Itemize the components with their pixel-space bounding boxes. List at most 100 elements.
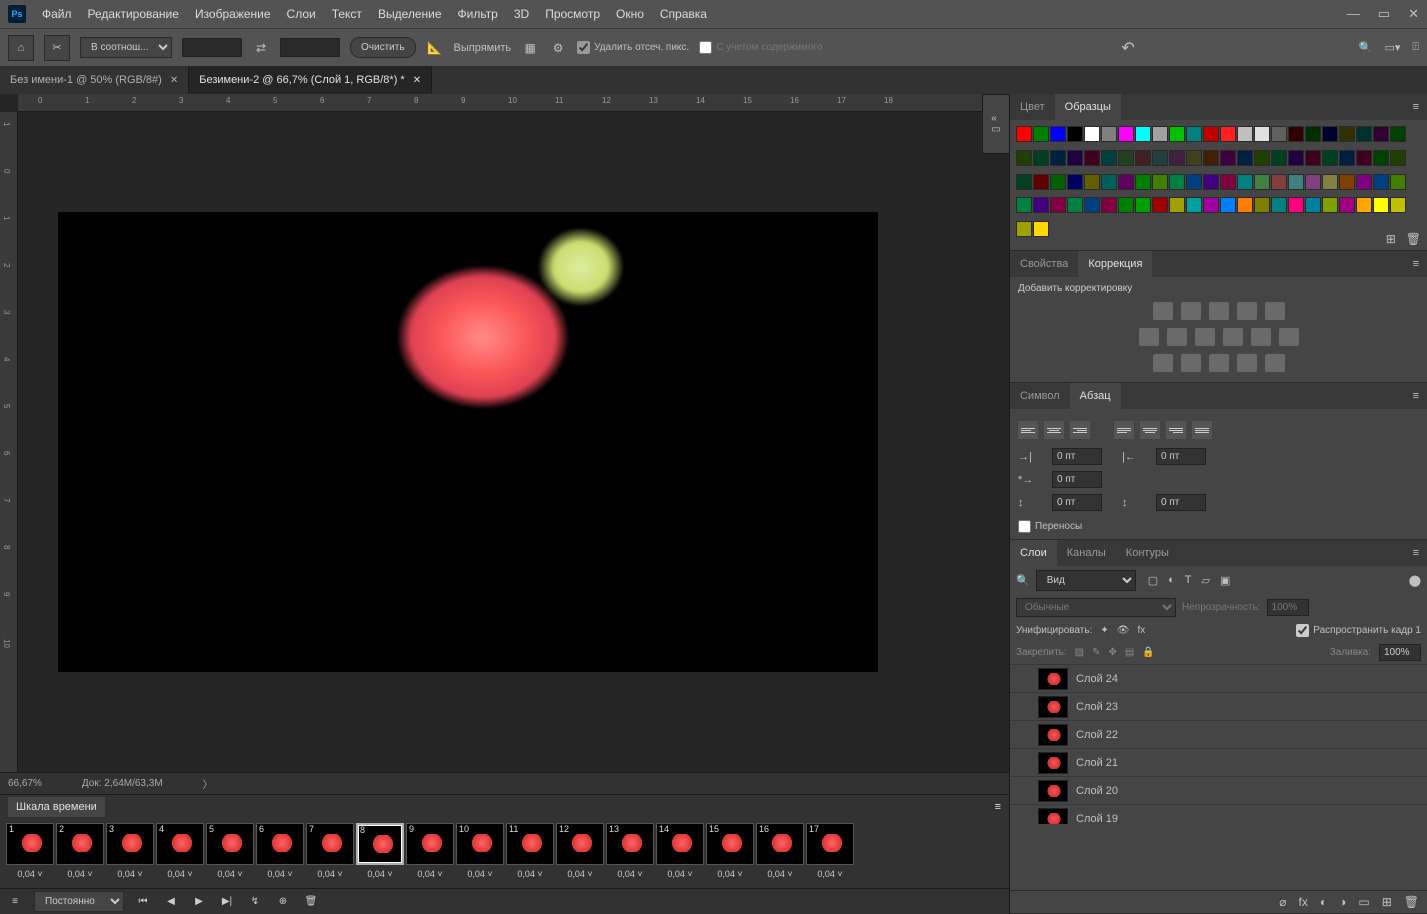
swatch[interactable] [1373, 150, 1389, 166]
doc-size[interactable]: Док: 2,64M/63,3M [82, 778, 163, 789]
swatch[interactable] [1203, 126, 1219, 142]
ruler-vertical[interactable]: 1012345678910 [0, 112, 18, 772]
filter-adjust-icon[interactable]: ◐ [1168, 574, 1175, 587]
menu-file[interactable]: Файл [42, 7, 72, 21]
share-icon[interactable]: ⍐ [1412, 41, 1419, 54]
swatch[interactable] [1254, 126, 1270, 142]
space-before-input[interactable] [1052, 494, 1102, 511]
swatch[interactable] [1067, 150, 1083, 166]
swatch[interactable] [1033, 174, 1049, 190]
visibility-icon[interactable] [1016, 700, 1030, 714]
swatch[interactable] [1305, 174, 1321, 190]
timeline-frame[interactable]: 140,04 ˅ [656, 823, 704, 884]
swatch[interactable] [1067, 126, 1083, 142]
swatch[interactable] [1373, 174, 1389, 190]
lock-position-icon[interactable]: ✥ [1109, 647, 1117, 658]
visibility-icon[interactable] [1016, 672, 1030, 686]
swatch[interactable] [1152, 174, 1168, 190]
swatch[interactable] [1135, 197, 1151, 213]
layer-name[interactable]: Слой 20 [1076, 785, 1118, 797]
swap-icon[interactable]: ⇄ [252, 39, 270, 57]
layer-row[interactable]: Слой 21 [1010, 748, 1427, 776]
swatch[interactable] [1339, 126, 1355, 142]
settings-gear-icon[interactable]: ⚙ [549, 39, 567, 57]
timeline-title[interactable]: Шкала времени [8, 797, 105, 817]
swatch[interactable] [1322, 197, 1338, 213]
frame-delay[interactable]: 0,04 ˅ [606, 865, 654, 879]
indent-first-input[interactable] [1052, 471, 1102, 488]
swatch[interactable] [1101, 174, 1117, 190]
opacity-input[interactable] [1267, 599, 1309, 616]
lock-pixels-icon[interactable]: ✎ [1092, 647, 1100, 658]
canvas-stage[interactable] [18, 112, 1009, 772]
paragraph-menu-icon[interactable]: ≡ [1405, 383, 1427, 409]
swatch[interactable] [1084, 150, 1100, 166]
swatch[interactable] [1254, 197, 1270, 213]
frame-delay[interactable]: 0,04 ˅ [656, 865, 704, 879]
swatch[interactable] [1288, 126, 1304, 142]
timeline-frame[interactable]: 150,04 ˅ [706, 823, 754, 884]
timeline-frame[interactable]: 80,04 ˅ [356, 823, 404, 884]
swatch[interactable] [1356, 197, 1372, 213]
prev-frame-icon[interactable]: ◀ [162, 894, 180, 910]
levels-icon[interactable] [1181, 302, 1201, 320]
swatch[interactable] [1305, 126, 1321, 142]
swatch[interactable] [1033, 221, 1049, 237]
unify-style-icon[interactable]: fx [1137, 625, 1145, 636]
blend-mode-select[interactable]: Обычные [1016, 598, 1176, 617]
swatch[interactable] [1050, 174, 1066, 190]
swatch[interactable] [1288, 174, 1304, 190]
menu-window[interactable]: Окно [616, 7, 644, 21]
menu-text[interactable]: Текст [332, 7, 362, 21]
frame-delay[interactable]: 0,04 ˅ [256, 865, 304, 879]
layer-row[interactable]: Слой 23 [1010, 692, 1427, 720]
swatch[interactable] [1356, 174, 1372, 190]
swatch[interactable] [1016, 126, 1032, 142]
frame-delay[interactable]: 0,04 ˅ [806, 865, 854, 879]
lock-artboard-icon[interactable]: ▤ [1125, 647, 1134, 658]
tab-layers[interactable]: Слои [1010, 540, 1057, 566]
menu-image[interactable]: Изображение [195, 7, 271, 21]
swatch[interactable] [1373, 126, 1389, 142]
timeline-mode-icon[interactable]: ≡ [6, 894, 24, 910]
frame-delay[interactable]: 0,04 ˅ [106, 865, 154, 879]
swatch[interactable] [1084, 197, 1100, 213]
swatch[interactable] [1254, 150, 1270, 166]
swatch[interactable] [1067, 174, 1083, 190]
photo-filter-icon[interactable] [1223, 328, 1243, 346]
timeline-frame[interactable]: 170,04 ˅ [806, 823, 854, 884]
timeline-frame[interactable]: 10,04 ˅ [6, 823, 54, 884]
visibility-icon[interactable] [1016, 812, 1030, 825]
close-tab-icon[interactable]: ✕ [170, 75, 178, 86]
visibility-icon[interactable] [1016, 784, 1030, 798]
swatch[interactable] [1186, 197, 1202, 213]
visibility-icon[interactable] [1016, 756, 1030, 770]
swatch[interactable] [1033, 126, 1049, 142]
grid-overlay-icon[interactable]: ▦ [521, 39, 539, 57]
frame-delay[interactable]: 0,04 ˅ [156, 865, 204, 879]
swatch[interactable] [1135, 126, 1151, 142]
fill-input[interactable] [1379, 644, 1421, 661]
menu-help[interactable]: Справка [660, 7, 707, 21]
swatch[interactable] [1271, 197, 1287, 213]
frame-delay[interactable]: 0,04 ˅ [506, 865, 554, 879]
layer-thumbnail[interactable] [1038, 668, 1068, 690]
frame-delay[interactable]: 0,04 ˅ [206, 865, 254, 879]
swatch[interactable] [1101, 126, 1117, 142]
justify-left-icon[interactable] [1114, 421, 1134, 439]
minimize-icon[interactable]: — [1347, 6, 1360, 22]
delete-swatch-icon[interactable]: 🗑 [1406, 232, 1421, 246]
bw-icon[interactable] [1195, 328, 1215, 346]
justify-all-icon[interactable] [1192, 421, 1212, 439]
swatch[interactable] [1084, 126, 1100, 142]
tween-icon[interactable]: ↯ [246, 894, 264, 910]
channel-mixer-icon[interactable] [1251, 328, 1271, 346]
close-window-icon[interactable]: ✕ [1408, 6, 1419, 22]
swatch[interactable] [1271, 174, 1287, 190]
swatch[interactable] [1101, 197, 1117, 213]
tab-paragraph[interactable]: Абзац [1070, 383, 1121, 409]
unify-visibility-icon[interactable]: 👁 [1117, 625, 1130, 636]
swatch[interactable] [1390, 197, 1406, 213]
timeline-frame[interactable]: 60,04 ˅ [256, 823, 304, 884]
swatch[interactable] [1016, 150, 1032, 166]
